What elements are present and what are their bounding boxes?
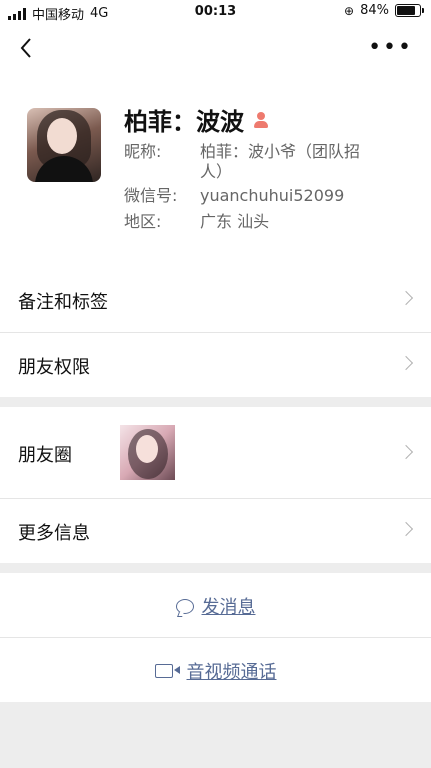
contact-name: 柏菲：波波 xyxy=(124,108,244,136)
back-button[interactable] xyxy=(16,36,40,60)
friend-permissions-label: 朋友权限 xyxy=(18,357,90,378)
ellipsis-icon: ••• xyxy=(368,35,413,60)
chevron-right-icon xyxy=(398,290,414,306)
send-message-button[interactable]: 发消息 xyxy=(0,573,431,637)
chevron-left-icon xyxy=(20,38,31,58)
profile-card: 柏菲：波波 昵称: 柏菲：波小爷（团队招人） 微信号: yuanchuhui5209… xyxy=(0,76,431,268)
top-nav: ••• xyxy=(0,24,431,76)
av-call-button[interactable]: 音视频通话 xyxy=(0,637,431,702)
chevron-right-icon xyxy=(398,444,414,460)
more-button[interactable]: ••• xyxy=(368,37,413,59)
more-info-label: 更多信息 xyxy=(18,523,90,544)
orientation-lock-icon: ⊕ xyxy=(344,3,355,18)
region-row: 地区: 广东 汕头 xyxy=(124,212,370,232)
chat-bubble-icon xyxy=(175,598,194,614)
name-row: 柏菲：波波 xyxy=(124,102,270,137)
moments-row[interactable]: 朋友圈 xyxy=(0,407,431,498)
avatar[interactable] xyxy=(27,108,101,182)
moments-label: 朋友圈 xyxy=(18,445,72,466)
region-value: 广东 汕头 xyxy=(200,212,270,231)
action-group: 发消息 音视频通话 xyxy=(0,573,431,702)
wechat-id-row: 微信号: yuanchuhui52099 xyxy=(124,186,370,206)
person-icon xyxy=(252,111,270,129)
remarks-tags-label: 备注和标签 xyxy=(18,292,108,313)
nickname-label: 昵称: xyxy=(124,142,162,161)
battery-icon xyxy=(395,4,424,17)
chevron-right-icon xyxy=(398,355,414,371)
settings-group-2: 朋友圈 更多信息 xyxy=(0,407,431,563)
battery-percent: 84% xyxy=(360,3,389,18)
status-right: ⊕ 84% xyxy=(344,3,424,18)
moments-thumbnail xyxy=(120,425,175,480)
wechat-id-value: yuanchuhui52099 xyxy=(200,186,345,205)
av-call-label: 音视频通话 xyxy=(186,662,277,683)
more-info-row[interactable]: 更多信息 xyxy=(0,498,431,563)
nickname-value: 柏菲：波小爷（团队招人） xyxy=(200,142,361,181)
settings-group-1: 备注和标签 朋友权限 xyxy=(0,268,431,397)
status-bar: 中国移动 4G 00:13 ⊕ 84% xyxy=(0,0,431,24)
friend-permissions-row[interactable]: 朋友权限 xyxy=(0,332,431,397)
video-camera-icon xyxy=(154,664,180,678)
region-label: 地区: xyxy=(124,212,162,231)
nickname-row: 昵称: 柏菲：波小爷（团队招人） xyxy=(124,142,370,182)
chevron-right-icon xyxy=(398,521,414,537)
send-message-label: 发消息 xyxy=(201,597,256,618)
wechat-id-label: 微信号: xyxy=(124,186,178,205)
remarks-tags-row[interactable]: 备注和标签 xyxy=(0,268,431,332)
